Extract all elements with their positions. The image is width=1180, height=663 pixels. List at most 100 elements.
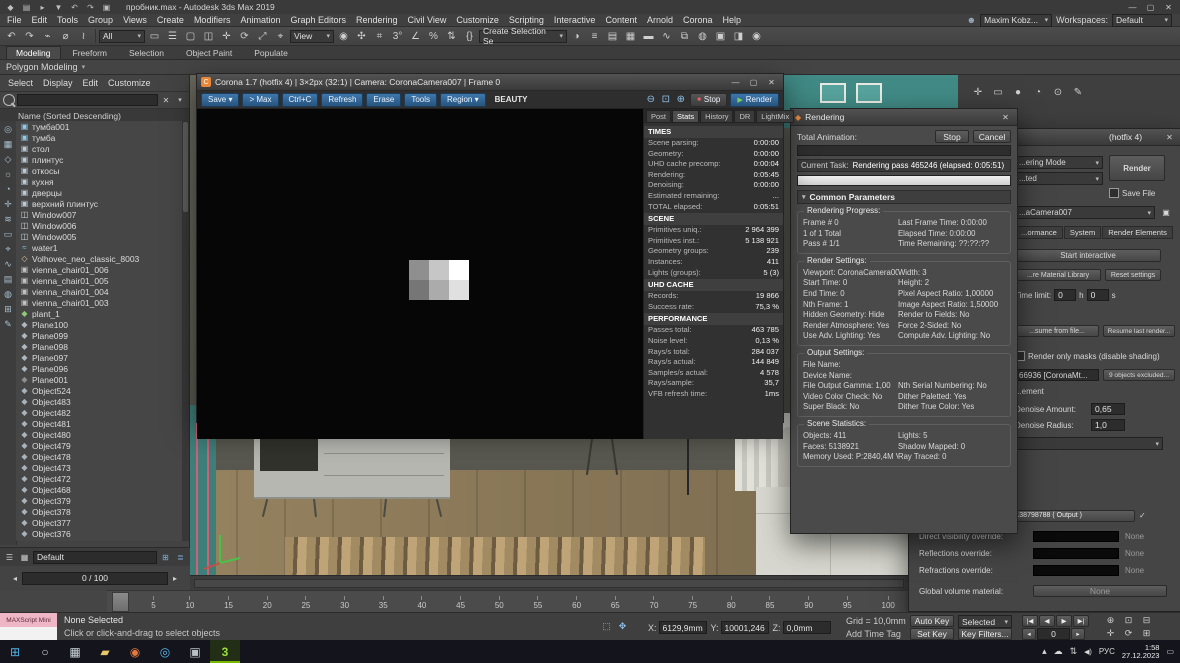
rectangle-icon[interactable]: ▭ [990, 85, 1006, 100]
chevron-down-icon[interactable]: ▾ [82, 63, 86, 71]
scene-object-row[interactable]: ◆ Object473 [16, 462, 182, 473]
erase-button[interactable]: Erase [366, 93, 401, 107]
go-to-end-button[interactable]: ▶| [1073, 615, 1089, 627]
time-slider-ruler[interactable]: 0510152025303540455055606570758085909510… [107, 590, 905, 612]
filter-bones-icon[interactable]: ∿ [2, 258, 14, 270]
named-selection-sets-icon[interactable]: {} [461, 29, 478, 44]
onedrive-icon[interactable]: ☁ [1054, 646, 1063, 657]
render-button[interactable]: Render [1109, 155, 1165, 181]
filter-containers-icon[interactable]: ▤ [2, 273, 14, 285]
common-parameters-rollout[interactable]: ▾ Common Parameters [797, 190, 1011, 204]
scene-object-row[interactable]: ▣ дверцы [16, 187, 182, 198]
coordinate-field[interactable]: 10001,246 [721, 621, 769, 634]
vfb-render-canvas[interactable] [197, 109, 643, 439]
select-and-rotate-icon[interactable]: ⟳ [236, 29, 253, 44]
menu-item[interactable]: Graph Editors [285, 15, 351, 25]
scene-object-row[interactable]: ◆ Object377 [16, 517, 182, 528]
material-editor-icon[interactable]: ◍ [694, 29, 711, 44]
vfb-tab[interactable]: DR [734, 110, 755, 123]
scene-object-row[interactable]: ◆ Object468 [16, 484, 182, 495]
previous-frame-button[interactable]: ◀ [1039, 615, 1055, 627]
explorer-menu-item[interactable]: Customize [104, 78, 155, 88]
resume-last-render-button[interactable]: Resume last render... [1103, 325, 1175, 337]
app-logo-icon[interactable]: ◆ [4, 2, 17, 13]
scene-object-row[interactable]: ◫ Window006 [16, 220, 182, 231]
close-icon[interactable]: ✕ [998, 111, 1013, 123]
ribbon-tab[interactable]: Populate [244, 46, 298, 59]
save-file-checkbox[interactable]: Save File [1109, 188, 1155, 198]
menu-item[interactable]: Tools [52, 15, 83, 25]
select-and-scale-icon[interactable]: ⤢ [254, 29, 271, 44]
scene-object-row[interactable]: ◆ Plane096 [16, 363, 182, 374]
override-value[interactable]: None [1125, 549, 1144, 558]
scene-object-row[interactable]: ◆ Object479 [16, 440, 182, 451]
render-setup-tab[interactable]: Render Elements [1102, 226, 1173, 239]
denoise-amount-field[interactable]: 0,65 [1091, 403, 1125, 415]
render-production-icon[interactable]: ◉ [748, 29, 765, 44]
set-key-button[interactable]: Set Key [910, 628, 954, 640]
timeline-tick[interactable]: 50 [495, 596, 504, 610]
undo-icon[interactable]: ↶ [3, 29, 20, 44]
lock-icon[interactable]: ▣ [1159, 205, 1173, 219]
angle-snap-icon[interactable]: ∠ [407, 29, 424, 44]
map-enabled-check[interactable]: ✓ [1139, 511, 1146, 520]
render-setup-icon[interactable]: ▣ [712, 29, 729, 44]
timeline-tick[interactable]: 85 [766, 596, 775, 610]
bind-to-space-warp-icon[interactable]: ≀ [75, 29, 92, 44]
rendering-mode-dropdown[interactable]: ...ering Mode▾ [1015, 156, 1103, 169]
unlink-selection-icon[interactable]: ⌀ [57, 29, 74, 44]
timeline-tick[interactable]: 95 [843, 596, 852, 610]
filter-materials-icon[interactable]: ◍ [2, 288, 14, 300]
clock-icon[interactable]: ◔ [1030, 85, 1046, 100]
previous-key-button[interactable]: ◂ [1022, 628, 1036, 640]
menu-item[interactable]: Animation [235, 15, 285, 25]
minimize-button[interactable]: — [1125, 1, 1140, 13]
close-button[interactable]: ✕ [1161, 1, 1176, 13]
tools-button[interactable]: Tools [404, 93, 437, 107]
timeline-tick[interactable]: 45 [456, 596, 465, 610]
taskbar-clock[interactable]: 1:58 27.12.2023 [1122, 644, 1160, 660]
scene-object-row[interactable]: ◆ Object482 [16, 407, 182, 418]
go-to-start-button[interactable]: |◀ [1022, 615, 1038, 627]
render-masks-checkbox[interactable]: Render only masks (disable shading) [1015, 351, 1175, 361]
scene-object-row[interactable]: ▣ vienna_chair01_006 [16, 264, 182, 275]
scene-object-row[interactable]: ▣ тумба001 [16, 121, 182, 132]
timeline-tick[interactable]: 15 [224, 596, 233, 610]
scene-object-row[interactable]: ◆ plant_1 [16, 308, 182, 319]
scene-object-row[interactable]: ▣ кухня [16, 176, 182, 187]
spin-right-icon[interactable]: ▸ [170, 571, 180, 586]
filter-shapes-icon[interactable]: ◇ [2, 153, 14, 165]
timeline-tick[interactable]: 80 [727, 596, 736, 610]
menu-item[interactable]: Rendering [351, 15, 403, 25]
layer-list-icon[interactable]: ▦ [18, 550, 31, 565]
override-color-swatch[interactable] [1033, 531, 1119, 542]
selection-filter-dropdown[interactable]: All▾ [99, 30, 145, 43]
scene-object-row[interactable]: ◫ Window005 [16, 231, 182, 242]
max-button[interactable]: > Max [242, 93, 278, 107]
vfb-tab[interactable]: Stats [672, 110, 699, 123]
menu-item[interactable]: Views [118, 15, 152, 25]
vfb-stop-button[interactable]: ■Stop [690, 93, 727, 107]
menu-item[interactable]: File [2, 15, 27, 25]
render-setup-tab[interactable]: System [1064, 226, 1101, 239]
explorer-scrollbar[interactable] [182, 121, 189, 541]
vfb-tab[interactable]: History [700, 110, 733, 123]
cancel-button[interactable]: Cancel [973, 130, 1011, 143]
timeline-tick[interactable]: 60 [572, 596, 581, 610]
override-value[interactable]: None [1125, 532, 1144, 541]
menu-item[interactable]: Scripting [504, 15, 549, 25]
ribbon-tab[interactable]: Freeform [63, 46, 117, 59]
zoom-region-icon[interactable]: ⊟ [1138, 614, 1155, 626]
timeline-tick[interactable]: 100 [882, 596, 895, 610]
project-folder-icon[interactable]: ▣ [100, 2, 113, 13]
time-slider-handle[interactable] [112, 592, 129, 612]
override-color-swatch[interactable] [1033, 565, 1119, 576]
spinner-snap-icon[interactable]: ⇅ [443, 29, 460, 44]
redo-icon[interactable]: ↷ [21, 29, 38, 44]
snaps-toggle-icon[interactable]: 3° [389, 29, 406, 44]
timeline-tick[interactable]: 70 [650, 596, 659, 610]
vfb-tab[interactable]: Post [646, 110, 671, 123]
override-color-swatch[interactable] [1033, 548, 1119, 559]
scene-object-row[interactable]: ▣ плинтус [16, 154, 182, 165]
window-titlebar[interactable]: ◆▤▸▼↶↷▣ пробник.max - Autodesk 3ds Max 2… [0, 0, 1180, 14]
